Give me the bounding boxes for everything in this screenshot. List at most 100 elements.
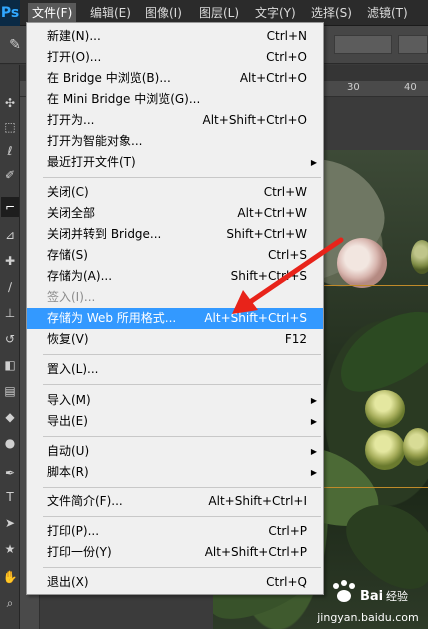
- menu-item-export[interactable]: 导出(E) ▶: [27, 411, 323, 432]
- menu-separator: [43, 516, 321, 517]
- svg-text:经验: 经验: [386, 589, 408, 603]
- menu-item-import[interactable]: 导入(M) ▶: [27, 390, 323, 411]
- eraser-icon[interactable]: ◧: [1, 355, 19, 375]
- menu-item-label: 在 Bridge 中浏览(B)...: [47, 71, 171, 85]
- menu-item-open-as[interactable]: 打开为... Alt+Shift+Ctrl+O: [27, 110, 323, 131]
- menu-item-exit[interactable]: 退出(X) Ctrl+Q: [27, 572, 323, 593]
- svg-text:Bai: Bai: [360, 589, 383, 604]
- submenu-arrow-icon: ▶: [310, 447, 317, 456]
- watermark-text: jingyan.baidu.com: [317, 611, 419, 624]
- menu-item-save-for-web[interactable]: 存储为 Web 所用格式... Alt+Shift+Ctrl+S: [27, 308, 323, 329]
- ruler-number: 30: [347, 82, 360, 93]
- menu-select[interactable]: 选择(S): [307, 3, 356, 23]
- menu-item-print[interactable]: 打印(P)... Ctrl+P: [27, 521, 323, 542]
- menu-item-close-go-bridge[interactable]: 关闭并转到 Bridge... Shift+Ctrl+W: [27, 224, 323, 245]
- menu-edit[interactable]: 编辑(E): [86, 3, 135, 23]
- baidu-paw-logo-icon: Bai 经验: [333, 580, 408, 604]
- menu-item-file-info[interactable]: 文件简介(F)... Alt+Shift+Ctrl+I: [27, 491, 323, 512]
- menu-item-label: 自动(U): [47, 444, 90, 458]
- marquee-icon[interactable]: ⬚: [1, 117, 19, 137]
- menu-file[interactable]: 文件(F): [28, 3, 77, 23]
- menu-item-label: 关闭并转到 Bridge...: [47, 227, 162, 241]
- menu-item-recent-files[interactable]: 最近打开文件(T) ▶: [27, 152, 323, 173]
- submenu-arrow-icon: ▶: [310, 468, 317, 477]
- move-icon[interactable]: ✣: [1, 93, 19, 113]
- file-menu-dropdown: 新建(N)... Ctrl+N 打开(O)... Ctrl+O 在 Bridge…: [26, 22, 324, 595]
- guide-line: [324, 487, 428, 488]
- history-brush-icon[interactable]: ↺: [1, 329, 19, 349]
- menu-item-shortcut: Alt+Shift+Ctrl+O: [202, 113, 307, 127]
- type-icon[interactable]: T: [1, 487, 19, 507]
- menu-item-shortcut: Alt+Shift+Ctrl+P: [204, 545, 307, 559]
- stamp-icon[interactable]: ⊥: [1, 303, 19, 323]
- healing-icon[interactable]: ✚: [1, 251, 19, 271]
- brush-preset-icon[interactable]: ✎: [6, 36, 24, 54]
- zoom-icon[interactable]: ⌕: [1, 593, 19, 613]
- guide-line: [324, 285, 428, 286]
- eyedropper-icon[interactable]: ⊿: [1, 225, 19, 245]
- quick-select-icon[interactable]: ✐: [1, 165, 19, 185]
- menu-item-label: 签入(I)...: [47, 290, 96, 304]
- menu-item-shortcut: Alt+Shift+Ctrl+S: [204, 311, 307, 325]
- menu-item-label: 打开为智能对象...: [47, 134, 143, 148]
- pen-icon[interactable]: ✒: [1, 463, 19, 483]
- menu-item-revert[interactable]: 恢复(V) F12: [27, 329, 323, 350]
- menu-item-browse-bridge[interactable]: 在 Bridge 中浏览(B)... Alt+Ctrl+O: [27, 68, 323, 89]
- menu-item-browse-mini-bridge[interactable]: 在 Mini Bridge 中浏览(G)...: [27, 89, 323, 110]
- dodge-icon[interactable]: ●: [1, 433, 19, 453]
- menu-item-label: 导出(E): [47, 414, 88, 428]
- menu-item-label: 存储(S): [47, 248, 88, 262]
- menu-separator: [43, 487, 321, 488]
- menu-item-label: 恢复(V): [47, 332, 89, 346]
- menu-filter[interactable]: 滤镜(T): [363, 3, 412, 23]
- menu-layer[interactable]: 图层(L): [195, 3, 243, 23]
- menu-item-scripts[interactable]: 脚本(R) ▶: [27, 462, 323, 483]
- menu-item-new[interactable]: 新建(N)... Ctrl+N: [27, 26, 323, 47]
- menu-item-label: 最近打开文件(T): [47, 155, 136, 169]
- menu-item-label: 置入(L)...: [47, 362, 99, 376]
- menu-type[interactable]: 文字(Y): [251, 3, 300, 23]
- menu-separator: [43, 436, 321, 437]
- menu-item-label: 关闭全部: [47, 206, 96, 220]
- brush-icon[interactable]: ∕: [1, 277, 19, 297]
- lasso-icon[interactable]: ℓ: [1, 141, 19, 161]
- menu-item-close-all[interactable]: 关闭全部 Alt+Ctrl+W: [27, 203, 323, 224]
- menu-item-shortcut: Alt+Ctrl+O: [239, 71, 307, 85]
- flower-bud: [337, 238, 387, 288]
- hand-icon[interactable]: ✋: [1, 567, 19, 587]
- menu-item-shortcut: Ctrl+P: [268, 524, 307, 538]
- submenu-arrow-icon: ▶: [310, 396, 317, 405]
- submenu-arrow-icon: ▶: [310, 158, 317, 167]
- menu-item-shortcut: F12: [284, 332, 307, 346]
- shape-icon[interactable]: ★: [1, 539, 19, 559]
- options-field-2[interactable]: [398, 35, 428, 54]
- menu-item-open[interactable]: 打开(O)... Ctrl+O: [27, 47, 323, 68]
- menu-item-label: 存储为(A)...: [47, 269, 113, 283]
- menu-item-check-in: 签入(I)...: [27, 287, 323, 308]
- menu-item-label: 打开(O)...: [47, 50, 102, 64]
- menu-item-close[interactable]: 关闭(C) Ctrl+W: [27, 182, 323, 203]
- menu-item-shortcut: Shift+Ctrl+S: [230, 269, 307, 283]
- flower-bud: [365, 390, 405, 428]
- menu-item-open-smart-object[interactable]: 打开为智能对象...: [27, 131, 323, 152]
- menu-separator: [43, 567, 321, 568]
- flower-bud: [411, 240, 428, 274]
- menu-item-print-one-copy[interactable]: 打印一份(Y) Alt+Shift+Ctrl+P: [27, 542, 323, 563]
- menu-image[interactable]: 图像(I): [141, 3, 186, 23]
- watermark: Bai 经验 jingyan.baidu.com: [312, 576, 424, 626]
- menu-item-save-as[interactable]: 存储为(A)... Shift+Ctrl+S: [27, 266, 323, 287]
- menu-item-save[interactable]: 存储(S) Ctrl+S: [27, 245, 323, 266]
- blur-icon[interactable]: ◆: [1, 407, 19, 427]
- options-field[interactable]: [334, 35, 392, 54]
- menu-item-label: 打印(P)...: [47, 524, 100, 538]
- menu-item-shortcut: Alt+Ctrl+W: [237, 206, 307, 220]
- menu-item-shortcut: Ctrl+O: [266, 50, 307, 64]
- path-select-icon[interactable]: ➤: [1, 513, 19, 533]
- toolbox: ✣ ⬚ ℓ ✐ ⌐ ⊿ ✚ ∕ ⊥ ↺ ◧ ▤ ◆ ● ✒ T ➤ ★ ✋ ⌕: [0, 65, 20, 629]
- menu-item-automate[interactable]: 自动(U) ▶: [27, 441, 323, 462]
- menu-item-place[interactable]: 置入(L)...: [27, 359, 323, 380]
- menu-item-label: 退出(X): [47, 575, 89, 589]
- crop-icon[interactable]: ⌐: [1, 197, 19, 217]
- menu-item-label: 在 Mini Bridge 中浏览(G)...: [47, 92, 201, 106]
- gradient-icon[interactable]: ▤: [1, 381, 19, 401]
